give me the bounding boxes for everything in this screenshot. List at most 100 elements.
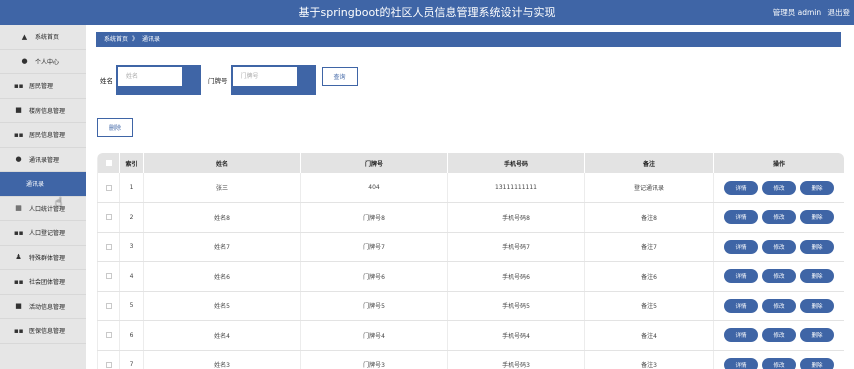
cell-door: 门牌号8	[300, 202, 448, 233]
grid-icon: ▪▪	[14, 277, 24, 286]
delete-button[interactable]: 删除	[800, 357, 834, 369]
row-select-cell[interactable]	[97, 232, 120, 262]
detail-button[interactable]: 详情	[724, 239, 758, 254]
row-checkbox[interactable]	[105, 273, 112, 280]
breadcrumb-home[interactable]: 系统首页	[104, 36, 128, 43]
sidebar-item-label: 活动信息管理	[29, 303, 66, 311]
user-role: 管理员 admin	[772, 8, 822, 17]
sidebar-item-label: 人口登记管理	[29, 230, 66, 238]
select-all-checkbox[interactable]	[105, 160, 112, 166]
sidebar-item-label: 通讯录	[26, 181, 45, 189]
breadcrumb: 系统首页》通讯录	[96, 32, 841, 47]
delete-button[interactable]: 删除	[800, 210, 834, 225]
detail-button[interactable]: 详情	[724, 298, 758, 313]
delete-button[interactable]: 删除	[800, 239, 834, 254]
cell-actions: 详情 修改 删除	[713, 261, 844, 292]
delete-button[interactable]: 删除	[800, 180, 834, 195]
sidebar-item[interactable]: ▪▪ 居民管理	[0, 74, 86, 99]
table-row[interactable]: 2 姓名8 门牌号8 手机号码8 备注8 详情 修改 删除	[97, 202, 844, 233]
edit-button[interactable]: 修改	[762, 357, 796, 369]
detail-button[interactable]: 详情	[724, 210, 758, 225]
cell-name: 张三	[143, 173, 301, 203]
row-checkbox[interactable]	[105, 184, 112, 191]
cell-index: 6	[119, 320, 144, 351]
cell-door: 门牌号5	[300, 291, 448, 321]
row-checkbox[interactable]	[105, 361, 112, 368]
row-select-cell[interactable]	[97, 173, 120, 203]
sidebar-item[interactable]: ▪▪ 医保信息管理	[0, 319, 86, 344]
sidebar-item[interactable]: 通讯录	[0, 172, 86, 197]
sidebar-item[interactable]: ▪▪ 人口登记管理	[0, 221, 86, 246]
sidebar-item[interactable]: ■ 活动信息管理	[0, 295, 86, 319]
table-row[interactable]: 3 姓名7 门牌号7 手机号码7 备注7 详情 修改 删除	[97, 232, 844, 262]
column-header: 操作	[713, 153, 844, 173]
edit-button[interactable]: 修改	[762, 298, 796, 313]
sidebar-item[interactable]: ● 通讯录管理	[0, 148, 86, 172]
cell-actions: 详情 修改 删除	[713, 320, 844, 351]
sidebar-item[interactable]: ▦ 人口统计管理	[0, 197, 86, 221]
delete-button[interactable]: 删除	[800, 269, 834, 284]
sidebar-item[interactable]: ▪▪ 社会团体管理	[0, 270, 86, 295]
edit-button[interactable]: 修改	[762, 269, 796, 284]
table-row[interactable]: 1 张三 404 13111111111 登记通讯录 详情 修改 删除	[97, 173, 844, 203]
name-input[interactable]	[118, 67, 182, 86]
sidebar-item[interactable]: ▲ 系统首页	[0, 25, 86, 50]
cell-name: 姓名3	[143, 350, 301, 369]
table-row[interactable]: 7 姓名3 门牌号3 手机号码3 备注3 详情 修改 删除	[97, 350, 844, 369]
sidebar-item-label: 社会团体管理	[29, 279, 66, 287]
detail-button[interactable]: 详情	[724, 180, 758, 195]
row-select-cell[interactable]	[97, 291, 120, 321]
row-select-cell[interactable]	[97, 320, 120, 351]
row-checkbox[interactable]	[105, 214, 112, 221]
row-checkbox[interactable]	[105, 243, 112, 250]
mouse-cursor: ☝	[55, 195, 63, 209]
grid-icon: ▪▪	[14, 130, 24, 139]
building-icon: ■	[15, 106, 22, 115]
detail-button[interactable]: 详情	[724, 357, 758, 369]
delete-button[interactable]: 删除	[800, 328, 834, 343]
cell-door: 门牌号3	[300, 350, 448, 369]
cell-actions: 详情 修改 删除	[713, 291, 844, 321]
row-select-cell[interactable]	[97, 261, 120, 292]
door-label: 门牌号	[208, 77, 228, 85]
edit-button[interactable]: 修改	[762, 180, 796, 195]
cell-name: 姓名6	[143, 261, 301, 292]
row-select-cell[interactable]	[97, 202, 120, 233]
delete-button[interactable]: 删除	[800, 298, 834, 313]
home-icon: ▲	[21, 32, 28, 41]
table-icon: ▦	[15, 204, 22, 213]
batch-delete-button[interactable]: 删除	[97, 118, 134, 137]
logout-link[interactable]: 退出登	[828, 8, 851, 17]
detail-button[interactable]: 详情	[724, 328, 758, 343]
row-checkbox[interactable]	[105, 302, 112, 309]
table-row[interactable]: 5 姓名5 门牌号5 手机号码5 备注5 详情 修改 删除	[97, 291, 844, 321]
cell-phone: 手机号码5	[447, 291, 585, 321]
table-row[interactable]: 6 姓名4 门牌号4 手机号码4 备注4 详情 修改 删除	[97, 320, 844, 351]
cell-index: 2	[119, 202, 144, 233]
cell-door: 门牌号6	[300, 261, 448, 292]
sidebar-item[interactable]: ▪▪ 居民信息管理	[0, 123, 86, 148]
table-row[interactable]: 4 姓名6 门牌号6 手机号码6 备注6 详情 修改 删除	[97, 261, 844, 292]
column-header: 门牌号	[300, 153, 448, 173]
sidebar-item[interactable]: ■ 楼房信息管理	[0, 99, 86, 123]
grid-icon: ▪▪	[14, 228, 24, 237]
search-bar: 姓名 门牌号 查询	[100, 65, 358, 95]
row-select-cell[interactable]	[97, 350, 120, 369]
edit-button[interactable]: 修改	[762, 239, 796, 254]
cell-door: 404	[300, 173, 448, 203]
detail-button[interactable]: 详情	[724, 269, 758, 284]
select-all-cell[interactable]	[97, 153, 120, 173]
door-number-input[interactable]	[232, 67, 297, 86]
column-header: 备注	[584, 153, 714, 173]
cell-note: 备注5	[584, 291, 714, 321]
sidebar-item[interactable]: ● 个人中心	[0, 50, 86, 74]
column-header: 索引	[119, 153, 144, 173]
edit-button[interactable]: 修改	[762, 210, 796, 225]
cell-name: 姓名7	[143, 232, 301, 262]
search-button[interactable]: 查询	[321, 67, 358, 86]
cell-index: 5	[119, 291, 144, 321]
sidebar-item[interactable]: ♟ 特殊群体管理	[0, 246, 86, 270]
row-checkbox[interactable]	[105, 332, 112, 339]
cell-phone: 手机号码4	[447, 320, 585, 351]
edit-button[interactable]: 修改	[762, 328, 796, 343]
